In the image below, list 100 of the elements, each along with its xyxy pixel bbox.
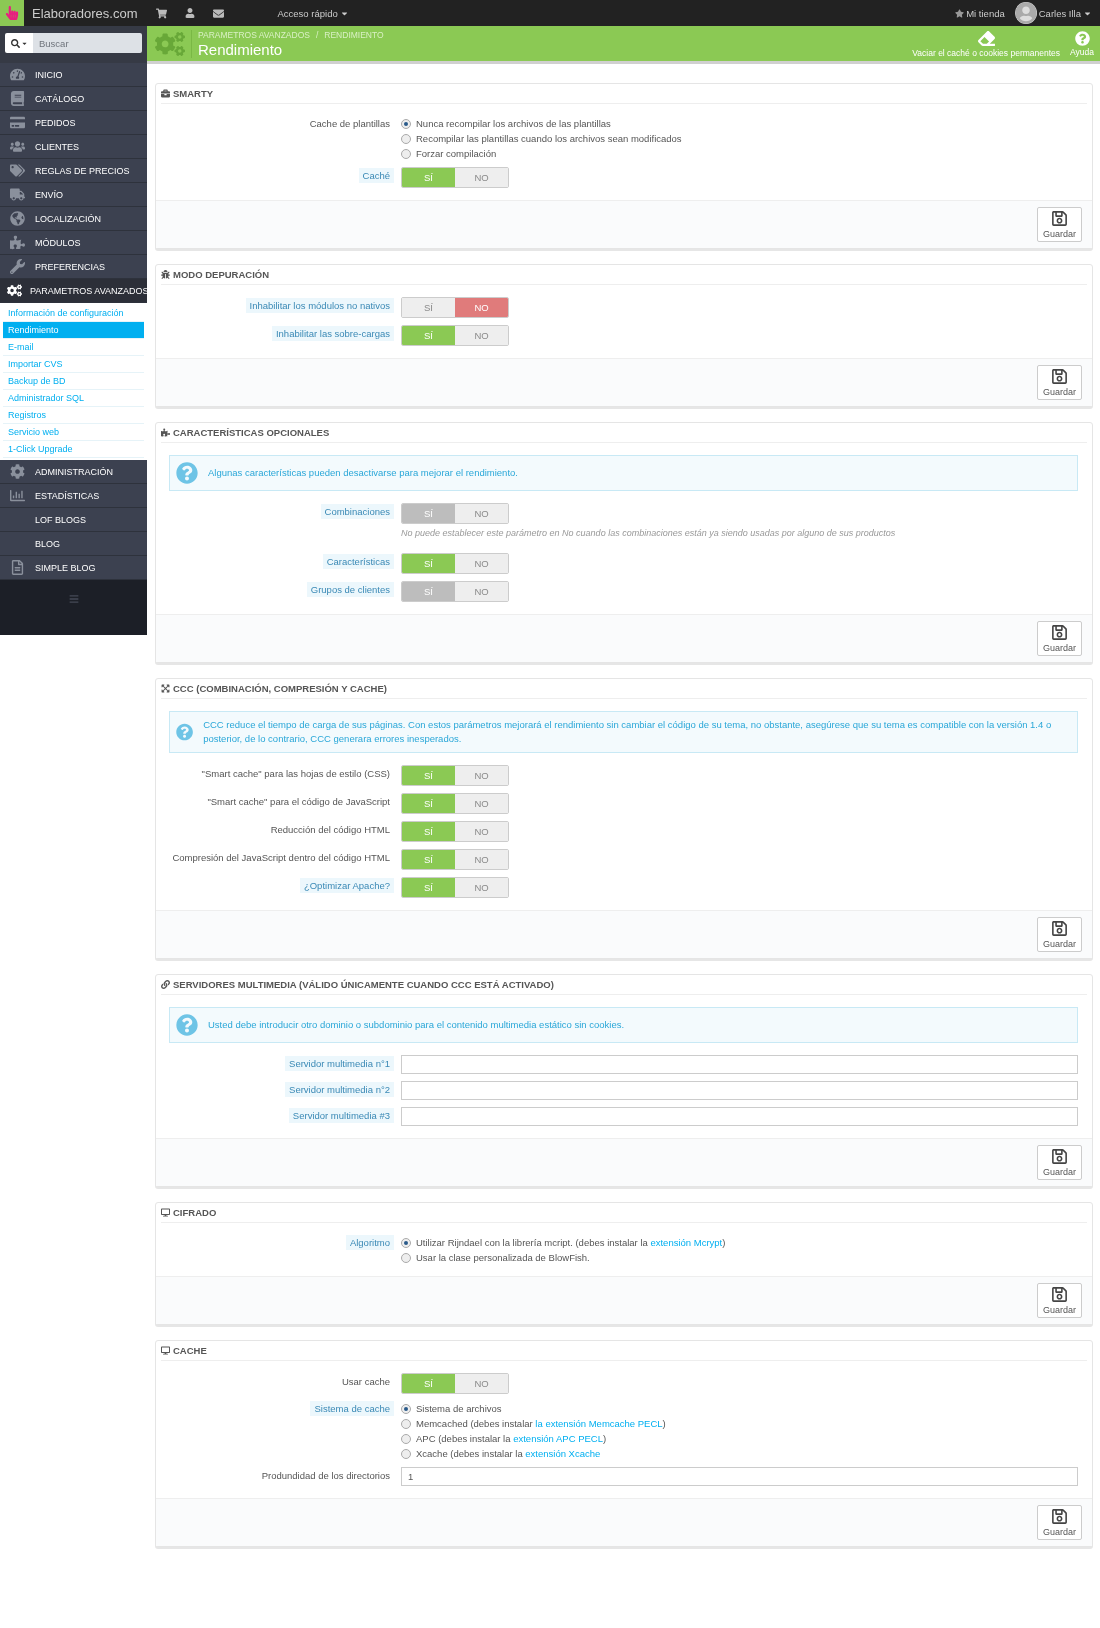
menu-icon[interactable] (68, 594, 79, 604)
submenu-item[interactable]: 1-Click Upgrade (3, 441, 144, 458)
quick-access-menu[interactable]: Acceso rápido (277, 7, 349, 19)
truck-icon (9, 187, 25, 202)
hint-label: Características (322, 554, 394, 569)
submenu-item[interactable]: E-mail (3, 339, 144, 356)
save-button[interactable]: Guardar (1037, 1145, 1082, 1180)
yes-option[interactable]: SÍ (402, 298, 455, 317)
extension-link[interactable]: extensión APC PECL (513, 1433, 603, 1444)
no-option[interactable]: NO (455, 298, 508, 317)
option-label: Utilizar Rijndael con la librería mcript. (debes instalar la extensión Mcrypt) (416, 1237, 726, 1248)
shop-link[interactable]: Mi tienda (955, 7, 1005, 19)
no-option[interactable]: NO (455, 1374, 508, 1393)
help-icon (1074, 30, 1090, 46)
option-label: Nunca recompilar los archivos de las plantillas (416, 118, 611, 129)
save-button[interactable]: Guardar (1037, 365, 1082, 400)
hint-label: Inhabilitar las sobre-cargas (271, 326, 394, 341)
save-button[interactable]: Guardar (1037, 621, 1082, 656)
panel-title: MODO DEPURACIÓN (173, 269, 270, 280)
text-field[interactable] (401, 1081, 1078, 1100)
search-icon (10, 38, 20, 48)
extension-link[interactable]: extensión Xcache (525, 1448, 601, 1459)
menu-item[interactable]: PARAMETROS AVANZADOS (0, 279, 147, 303)
save-button[interactable]: Guardar (1037, 207, 1082, 242)
no-option[interactable]: NO (455, 168, 508, 187)
user-menu[interactable]: Carles Illa (1038, 7, 1092, 19)
no-option[interactable]: NO (455, 878, 508, 897)
page-title: Rendimiento (198, 40, 284, 58)
radio-button[interactable] (401, 1448, 411, 1459)
radio-button[interactable] (401, 1433, 411, 1444)
hint-label: Caché (358, 168, 394, 183)
text-field[interactable]: 1 (401, 1467, 1078, 1486)
panel-title: CACHE (173, 1345, 207, 1356)
submenu-item[interactable]: Rendimiento (3, 322, 144, 339)
panel-title: SMARTY (173, 88, 214, 99)
field-label: Reducción del código HTML (269, 823, 391, 837)
extension-link[interactable]: la extensión Memcache PECL (535, 1418, 663, 1429)
credit-card-icon (9, 115, 25, 130)
radio-button[interactable] (401, 148, 411, 159)
hint-label: Servidor multimedia n°1 (285, 1056, 394, 1071)
monitor-icon (161, 1346, 170, 1355)
yes-option[interactable]: SÍ (402, 850, 455, 869)
help-icon (176, 1014, 198, 1036)
search-field[interactable]: Buscar (33, 33, 142, 53)
briefcase-icon (161, 89, 170, 98)
yes-option[interactable]: SÍ (402, 822, 455, 841)
submenu-item[interactable]: Servicio web (3, 424, 144, 441)
yes-option[interactable]: SÍ (402, 326, 455, 345)
yes-option[interactable]: SÍ (402, 1374, 455, 1393)
radio-button[interactable] (401, 1237, 411, 1248)
radio-button[interactable] (401, 133, 411, 144)
submenu-item[interactable]: Backup de BD (3, 373, 144, 390)
no-option[interactable]: NO (455, 554, 508, 573)
yes-option[interactable]: SÍ (402, 168, 455, 187)
option-label: APC (debes instalar la extensión APC PECL) (416, 1433, 607, 1444)
info-text: CCC reduce el tiempo de carga de sus páginas. Con estos parámetros mejorará el rendimiento sin cambiar el código de su tema, no obstante, asegúrese que su tema es compatible con la versión 1.4 o posterior, de lo contrario, CCC generara errores inesperados. (203, 718, 1053, 746)
brand-name[interactable]: Elaboradores.com (32, 5, 138, 21)
monitor-icon (161, 1208, 170, 1217)
no-option[interactable]: NO (455, 850, 508, 869)
hint-label: Sistema de cache (310, 1401, 394, 1416)
no-option[interactable]: NO (455, 326, 508, 345)
hint-label: Combinaciones (320, 504, 394, 519)
user-icon[interactable] (184, 8, 195, 18)
text-field[interactable] (401, 1107, 1078, 1126)
breadcrumb-link[interactable]: RENDIMIENTO (324, 29, 384, 40)
search-button[interactable] (5, 33, 33, 53)
breadcrumb-link[interactable]: PARAMETROS AVANZADOS (198, 29, 310, 40)
yes-option[interactable]: SÍ (402, 766, 455, 785)
no-option[interactable]: NO (455, 766, 508, 785)
radio-button[interactable] (401, 1403, 411, 1414)
panel-title: CARACTERÍSTICAS OPCIONALES (173, 427, 330, 438)
avatar-icon[interactable] (1014, 2, 1037, 24)
radio-button[interactable] (401, 1252, 411, 1263)
info-text: Usted debe introducir otro dominio o subdominio para el contenido multimedia estático sin cookies. (208, 1018, 625, 1032)
save-button[interactable]: Guardar (1037, 1505, 1082, 1540)
text-field[interactable] (401, 1055, 1078, 1074)
save-button[interactable]: Guardar (1037, 917, 1082, 952)
submenu-item[interactable]: Administrador SQL (3, 390, 144, 407)
help-button[interactable]: Ayuda (1070, 30, 1094, 57)
cart-icon[interactable] (155, 7, 167, 19)
eraser-icon (977, 29, 995, 47)
no-option[interactable]: NO (455, 794, 508, 813)
puzzle-icon (161, 428, 170, 437)
save-button[interactable]: Guardar (1037, 1283, 1082, 1318)
document-icon (9, 560, 25, 575)
logo[interactable] (0, 0, 24, 26)
no-option[interactable]: NO (455, 822, 508, 841)
submenu-item[interactable]: Registros (3, 407, 144, 424)
yes-option[interactable]: SÍ (402, 794, 455, 813)
yes-option[interactable]: SÍ (402, 554, 455, 573)
help-text: No puede establecer este parámetro en No cuando las combinaciones están ya siendo usadas por alguno de sus productos (401, 528, 897, 538)
hint-label: ¿Optimizar Apache? (299, 878, 394, 893)
radio-button[interactable] (401, 118, 411, 129)
radio-button[interactable] (401, 1418, 411, 1429)
option-label: Xcache (debes instalar la extensión Xcache (416, 1448, 601, 1459)
submenu-item[interactable]: Importar CVS (3, 356, 144, 373)
mail-icon[interactable] (212, 7, 224, 19)
yes-option[interactable]: SÍ (402, 878, 455, 897)
info-text: Algunas características pueden desactivarse para mejorar el rendimiento. (208, 466, 518, 480)
clear-cache-button[interactable]: Vaciar el caché o cookies permanentes (912, 29, 1061, 58)
